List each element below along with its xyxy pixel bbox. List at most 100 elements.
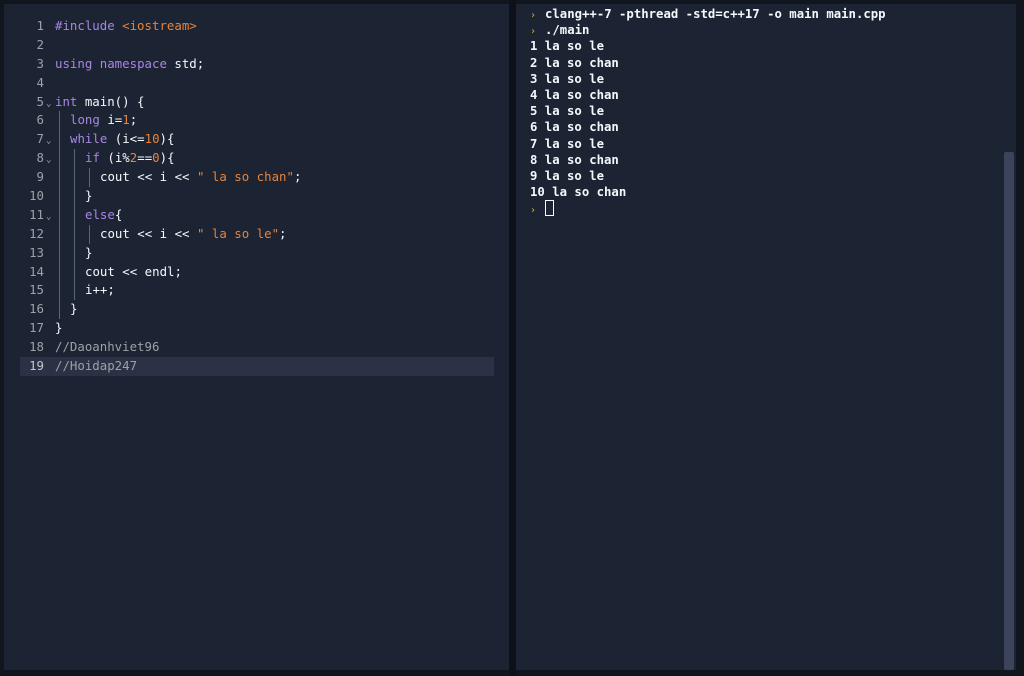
code-line[interactable]: 1 #include <iostream> [4,17,509,36]
code-token: i= [107,112,123,128]
code-text: i++; [55,281,115,300]
console-output: › clang++-7 -pthread -std=c++17 -o main m… [530,6,886,217]
code-token: #include [55,18,123,33]
code-token: else [85,206,115,222]
code-line[interactable]: 4 [4,74,509,93]
code-token: main() { [84,93,145,109]
code-token: (i<= [114,131,145,147]
code-token: int [55,93,85,109]
console-text: 4 la so chan [530,87,619,102]
code-line[interactable]: 9 cout << i << " la so chan"; [4,168,509,188]
console-text: ./main [545,23,590,38]
code-text: cout << endl; [55,263,182,282]
code-text: //Hoidap247 [55,357,137,376]
code-token: } [85,244,93,260]
code-line[interactable]: 17} [4,319,509,338]
console-output-line: 1 la so le [530,38,886,54]
line-number: 13 [29,244,44,260]
line-number: 2 [36,36,44,52]
console-text: 1 la so le [530,39,605,54]
code-token: " la so chan" [196,169,294,185]
console-output-line: 2 la so chan [530,55,886,71]
console-text: 8 la so chan [530,152,619,167]
line-number: 4 [36,74,44,90]
code-line[interactable]: 16} [4,300,509,320]
line-number: 19 [29,358,44,374]
console-command-line: › [530,200,886,217]
code-token: //Hoidap247 [55,358,138,374]
console-output-line: 5 la so le [530,103,886,119]
code-text: } [55,187,92,206]
line-number: 17 [29,320,44,336]
code-text: using namespace std; [55,55,204,74]
code-text: } [55,319,62,338]
code-token: using [55,55,100,71]
code-line[interactable]: 12 cout << i << " la so le"; [4,224,509,244]
code-token: ; [129,112,138,128]
code-token: std; [174,55,205,71]
code-line[interactable]: 19 //Hoidap247 [20,357,494,376]
code-token: cout << i << [100,225,197,241]
console-command-line: › clang++-7 -pthread -std=c++17 -o main m… [530,6,886,22]
code-text: #include <iostream> [55,17,197,36]
code-token: if [85,150,108,166]
line-number: 14 [29,263,44,279]
console-text: 6 la so chan [530,120,619,135]
code-line[interactable]: 7 ⌄ while (i<=10){ [4,130,509,150]
code-token: (i% [107,150,130,166]
code-text: int main() { [55,93,145,112]
code-text: //Daoanhviet96 [55,338,159,357]
console-output-line: 8 la so chan [530,152,886,168]
code-line[interactable]: 6 long i=1; [4,111,509,131]
code-text: if (i%2==0){ [55,149,175,168]
pane-splitter[interactable] [509,0,516,676]
console-output-line: 7 la so le [530,136,886,152]
code-token: 10 [144,131,160,147]
console-output-line: 3 la so le [530,71,886,87]
code-line[interactable]: 3 using namespace std; [4,55,509,74]
console-scrollbar[interactable] [1004,152,1014,670]
prompt-chevron-icon: › [530,205,537,217]
console-text: 7 la so le [530,136,605,151]
code-lines[interactable]: 1 #include <iostream> 2 3 using namespace st… [4,17,509,376]
code-line[interactable]: 11 ⌄ else{ [4,205,509,225]
line-number: 1 [36,18,44,33]
repl-workspace: 1 #include <iostream> 2 3 using namespace st… [0,0,1024,676]
code-token: } [85,188,93,204]
line-number: 12 [29,225,44,241]
code-token: cout << i << [100,169,197,185]
code-token: //Daoanhviet96 [55,339,160,355]
code-token: long [70,112,108,128]
console-output-line: 6 la so chan [530,119,886,135]
code-text: else{ [55,206,122,225]
console-text: 2 la so chan [530,55,619,70]
terminal-cursor[interactable] [545,200,554,217]
line-number: 7 [36,131,44,147]
code-line[interactable]: 8 ⌄ if (i%2==0){ [4,149,509,169]
code-line[interactable]: 10} [4,187,509,207]
line-number: 3 [36,55,44,71]
code-token: == [137,150,153,166]
code-line[interactable]: 13} [4,243,509,263]
code-token: { [114,206,123,222]
code-line[interactable]: 18 //Daoanhviet96 [4,338,509,357]
code-line[interactable]: 5 ⌄ int main() { [4,93,509,112]
console[interactable]: › clang++-7 -pthread -std=c++17 -o main m… [516,4,1016,670]
code-editor[interactable]: 1 #include <iostream> 2 3 using namespace st… [4,4,509,670]
code-text: cout << i << " la so chan"; [55,168,301,187]
line-number: 8 [36,150,44,166]
line-number: 18 [29,339,44,355]
code-line[interactable]: 14 cout << endl; [4,262,509,282]
code-text: while (i<=10){ [55,130,174,149]
code-token: namespace [99,55,175,71]
line-number: 15 [29,282,44,298]
code-token: } [55,320,63,336]
code-line[interactable]: 15 i++; [4,281,509,301]
code-line[interactable]: 2 [4,36,509,55]
code-token: 0 [152,150,160,166]
console-output-line: 9 la so le [530,168,886,184]
code-text: long i=1; [55,111,137,130]
console-text: 5 la so le [530,104,605,119]
code-token: i++; [85,282,115,298]
code-token: ){ [159,131,175,147]
